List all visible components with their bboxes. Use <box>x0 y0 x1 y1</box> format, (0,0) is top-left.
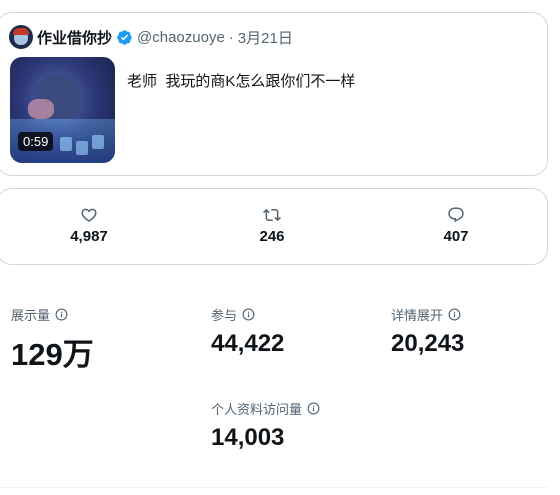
stat-label: 参与 <box>211 308 238 323</box>
verified-badge-icon <box>117 29 132 45</box>
stat-impressions: 展示量 129万 <box>11 305 94 374</box>
reply-metric[interactable]: 407 <box>406 206 506 245</box>
stat-label: 个人资料访问量 <box>211 402 303 417</box>
video-duration: 0:59 <box>18 132 54 151</box>
like-icon <box>81 208 97 222</box>
stat-label: 详情展开 <box>391 308 444 323</box>
tweet-card[interactable]: 作业借你抄 @chaozuoye · 3月21日 0:59 老师 我玩的商K怎么… <box>0 12 548 176</box>
retweet-count: 246 <box>259 228 285 245</box>
stat-profile-visits: 个人资料访问量 14,003 <box>211 399 320 452</box>
divider <box>0 487 548 488</box>
stat-label: 展示量 <box>11 308 51 323</box>
stat-detail-expands: 详情展开 20,243 <box>391 305 464 358</box>
stat-value: 44,422 <box>211 330 285 357</box>
retweet-metric[interactable]: 246 <box>222 206 322 245</box>
reply-count: 407 <box>443 228 469 245</box>
stat-value: 20,243 <box>391 330 465 357</box>
tweet-header: 作业借你抄 @chaozuoye · 3月21日 <box>37 27 293 47</box>
info-icon[interactable] <box>242 308 255 321</box>
video-thumbnail[interactable]: 0:59 <box>10 57 115 163</box>
like-count: 4,987 <box>70 228 108 245</box>
info-icon[interactable] <box>448 308 461 321</box>
tweet-date[interactable]: 3月21日 <box>238 27 293 48</box>
engagement-card: 4,987 246 407 <box>0 188 548 265</box>
stat-value: 129万 <box>11 337 94 372</box>
tweet-text: 老师 我玩的商K怎么跟你们不一样 <box>127 73 356 90</box>
user-handle[interactable]: @chaozuoye <box>137 29 225 46</box>
reply-icon <box>448 207 464 223</box>
retweet-icon <box>263 208 281 222</box>
stat-value: 14,003 <box>211 424 285 451</box>
separator-dot: · <box>228 28 234 46</box>
info-icon[interactable] <box>307 402 320 415</box>
info-icon[interactable] <box>55 308 68 321</box>
user-avatar[interactable] <box>9 25 33 49</box>
like-metric[interactable]: 4,987 <box>39 206 139 245</box>
display-name[interactable]: 作业借你抄 <box>37 27 112 48</box>
stat-engagements: 参与 44,422 <box>211 305 284 358</box>
